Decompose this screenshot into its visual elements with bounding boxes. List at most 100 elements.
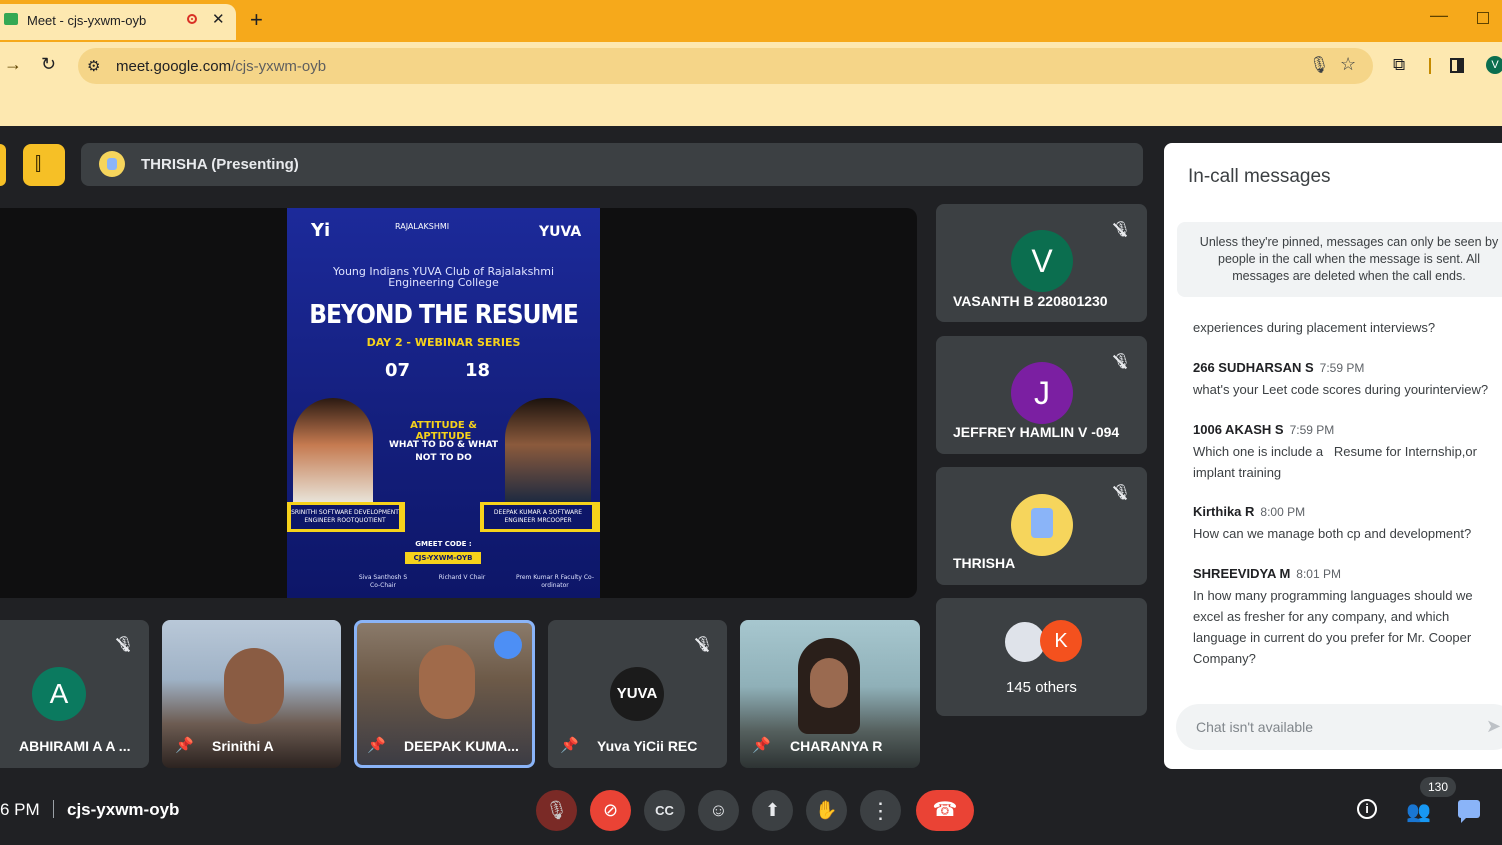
participant-tile[interactable]: 🎙 V VASANTH B 220801230 — [936, 204, 1147, 322]
url-host: meet.google.com — [116, 58, 232, 75]
participant-name: ABHIRAMI A A ... — [19, 738, 131, 754]
poster-chair: Richard V Chair — [438, 574, 486, 581]
window-minimize-icon[interactable]: — — [1430, 5, 1448, 26]
participant-name: Yuva YiCii REC — [597, 738, 698, 754]
poster-coordinator: Prem Kumar R Faculty Co-ordinator — [516, 574, 594, 589]
voice-search-icon[interactable]: 🎙 — [1309, 55, 1329, 75]
call-end-icon[interactable]: ☎ — [916, 790, 974, 831]
participant-name: JEFFREY HAMLIN V -094 — [953, 424, 1120, 440]
yuva-avatar: YUVA — [610, 667, 664, 721]
new-tab-button[interactable]: + — [250, 7, 263, 33]
presenting-label: THRISHA (Presenting) — [141, 156, 299, 173]
emoji-icon[interactable]: ☺ — [698, 790, 739, 831]
tab-title: Meet - cjs-yxwm-oyb — [27, 13, 147, 28]
avatar: K — [1040, 620, 1082, 662]
participant-name: VASANTH B 220801230 — [953, 293, 1108, 309]
message-time: 8:00 PM — [1260, 505, 1306, 519]
recording-icon — [187, 14, 197, 24]
site-info-icon[interactable]: ⚙ — [87, 57, 100, 75]
poster-date: 18 — [465, 360, 491, 381]
chat-title: In-call messages — [1188, 166, 1331, 187]
tab-close-icon[interactable]: ✕ — [212, 10, 225, 28]
presenter-avatar — [99, 151, 125, 177]
participant-tile[interactable]: 🎙 A ABHIRAMI A A ... — [0, 620, 149, 768]
poster-cochair: Siva Santhosh S Co-Chair — [358, 574, 408, 589]
message-time: 7:59 PM — [1289, 423, 1335, 437]
left-panel-button[interactable] — [0, 144, 6, 186]
pin-icon[interactable]: 📌 — [367, 736, 386, 754]
shared-screen-poster: Yi RAJALAKSHMI YUVA Young Indians YUVA C… — [287, 208, 600, 598]
mic-off-icon: 🎙 — [115, 636, 135, 653]
chat-message-sender: Kirthika R 8:00 PM — [1193, 504, 1305, 519]
pin-icon[interactable]: 📌 — [560, 736, 579, 754]
speaking-indicator-icon — [494, 631, 522, 659]
mic-off-icon: 🎙 — [1112, 353, 1132, 370]
active-speaker-tile[interactable]: 📌 DEEPAK KUMA... — [354, 620, 535, 768]
chat-input-placeholder: Chat isn't available — [1196, 719, 1314, 735]
more-vert-icon[interactable]: ⋮ — [860, 790, 901, 831]
sender-name: SHREEVIDYA M — [1193, 566, 1291, 581]
captions-icon[interactable]: CC — [644, 790, 685, 831]
sender-name: 1006 AKASH S — [1193, 422, 1284, 437]
people-icon[interactable]: 👥 — [1406, 799, 1431, 824]
participant-name: Srinithi A — [212, 738, 274, 754]
speaker2-name: DEEPAK KUMAR A SOFTWARE ENGINEER MRCOOPE… — [484, 505, 592, 529]
avatar — [1011, 494, 1073, 556]
info-icon[interactable]: i — [1357, 799, 1377, 819]
camera-off-icon[interactable]: ⊘ — [590, 790, 631, 831]
mic-off-icon: 🎙 — [1112, 221, 1132, 238]
browser-toolbar-lower — [0, 88, 1502, 126]
yi-logo: Yi — [311, 220, 331, 241]
avatar: V — [1011, 230, 1073, 292]
profile-avatar[interactable]: V — [1486, 56, 1502, 74]
reload-icon[interactable]: ↻ — [41, 54, 56, 75]
participant-name: THRISHA — [953, 555, 1016, 571]
raise-hand-icon[interactable]: ✋ — [806, 790, 847, 831]
speaker1-photo — [293, 398, 373, 502]
layout-button[interactable]: ⫿ — [23, 144, 65, 186]
window-maximize-icon[interactable] — [1477, 12, 1489, 24]
chat-message-sender: 266 SUDHARSAN S 7:59 PM — [1193, 360, 1364, 375]
forward-icon[interactable]: → — [4, 54, 22, 75]
url-text[interactable]: meet.google.com/cjs-yxwm-oyb — [116, 58, 326, 75]
participant-tile[interactable]: 🎙 YUVA 📌 Yuva YiCii REC — [548, 620, 727, 768]
bottom-divider — [53, 800, 54, 818]
send-icon[interactable]: ➤ — [1486, 716, 1501, 737]
pin-icon[interactable]: 📌 — [175, 736, 194, 754]
yuva-logo: YUVA — [539, 224, 582, 240]
extensions-icon[interactable]: ⧉ — [1393, 55, 1405, 75]
mic-off-icon[interactable]: 🎙 — [536, 790, 577, 831]
participant-video-tile[interactable]: 📌 Srinithi A — [162, 620, 341, 768]
mic-off-icon: 🎙 — [694, 636, 714, 653]
college-logo: RAJALAKSHMI — [395, 222, 450, 231]
chat-icon[interactable] — [1458, 800, 1480, 823]
present-icon[interactable]: ⬆ — [752, 790, 793, 831]
participant-tile[interactable]: 🎙 J JEFFREY HAMLIN V -094 — [936, 336, 1147, 454]
chat-notice-text: Unless they're pinned, messages can only… — [1199, 235, 1499, 283]
sender-name: Kirthika R — [1193, 504, 1255, 519]
participant-tile[interactable]: 🎙 THRISHA — [936, 467, 1147, 585]
others-count: 145 others — [1006, 679, 1077, 696]
message-time: 7:59 PM — [1319, 361, 1365, 375]
avatar: J — [1011, 362, 1073, 424]
participant-name: CHARANYA R — [790, 738, 883, 754]
bookmark-star-icon[interactable]: ☆ — [1340, 54, 1356, 75]
poster-day: DAY 2 - WEBINAR SERIES — [366, 336, 521, 349]
speaker2-card: DEEPAK KUMAR A SOFTWARE ENGINEER MRCOOPE… — [480, 502, 600, 532]
side-panel-icon[interactable] — [1450, 58, 1464, 73]
toolbar-divider — [1429, 58, 1431, 74]
chat-message-text: How can we manage both cp and developmen… — [1193, 526, 1472, 541]
message-time: 8:01 PM — [1296, 567, 1341, 581]
others-tile[interactable]: K 145 others — [936, 598, 1147, 716]
speaker2-photo — [505, 398, 591, 502]
url-path: /cjs-yxwm-oyb — [231, 58, 327, 75]
pin-icon[interactable]: 📌 — [752, 736, 771, 754]
avatar: A — [32, 667, 86, 721]
participant-video-tile[interactable]: 📌 CHARANYA R — [740, 620, 920, 768]
chat-message-text: what's your Leet code scores during your… — [1193, 382, 1489, 397]
gmeet-code-label: GMEET CODE : — [415, 540, 472, 548]
chat-message-sender: 1006 AKASH S 7:59 PM — [1193, 422, 1334, 437]
meeting-time: 6 PM — [0, 800, 40, 819]
sender-name: 266 SUDHARSAN S — [1193, 360, 1314, 375]
poster-what: WHAT TO DO & WHAT NOT TO DO — [388, 440, 499, 463]
